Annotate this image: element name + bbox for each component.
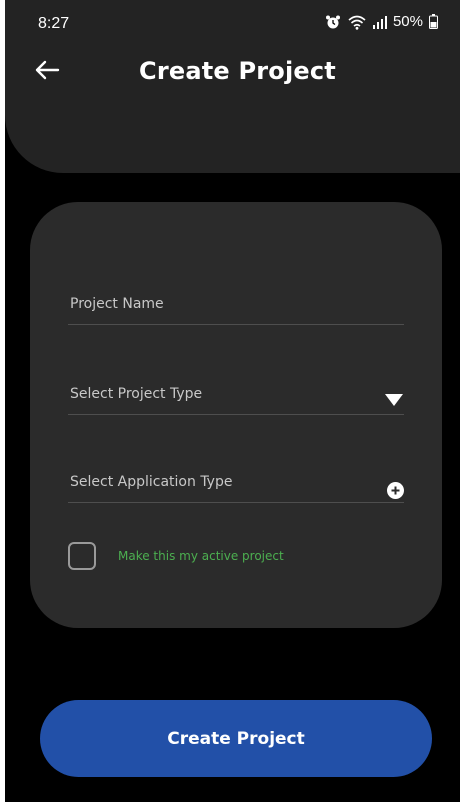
project-name-field[interactable] — [68, 288, 404, 325]
battery-icon — [429, 14, 438, 29]
signal-icon — [372, 15, 387, 29]
status-time: 8:27 — [38, 15, 70, 32]
triangle-down-icon[interactable] — [384, 392, 404, 406]
plus-circle-icon[interactable] — [387, 482, 404, 499]
app-screen: 8:27 50% Create Project Project Name Sel… — [5, 0, 460, 802]
active-project-checkbox[interactable] — [68, 542, 96, 570]
create-project-button[interactable]: Create Project — [40, 700, 432, 777]
form-card: Select Project Type Select Application T… — [30, 202, 442, 628]
active-project-label[interactable]: Make this my active project — [118, 549, 284, 563]
status-icons: 50% — [325, 13, 438, 30]
project-name-input[interactable] — [70, 296, 370, 312]
wifi-icon — [347, 14, 367, 30]
page-title: Create Project — [139, 57, 336, 85]
status-bar: 8:27 50% — [5, 0, 460, 40]
project-type-placeholder: Select Project Type — [70, 386, 203, 402]
application-type-select[interactable]: Select Application Type — [68, 466, 404, 503]
project-type-select[interactable]: Select Project Type — [68, 378, 404, 415]
alarm-icon — [325, 14, 341, 30]
application-type-placeholder: Select Application Type — [70, 474, 233, 490]
active-project-row: Make this my active project — [68, 540, 284, 572]
battery-percent: 50% — [392, 13, 423, 30]
